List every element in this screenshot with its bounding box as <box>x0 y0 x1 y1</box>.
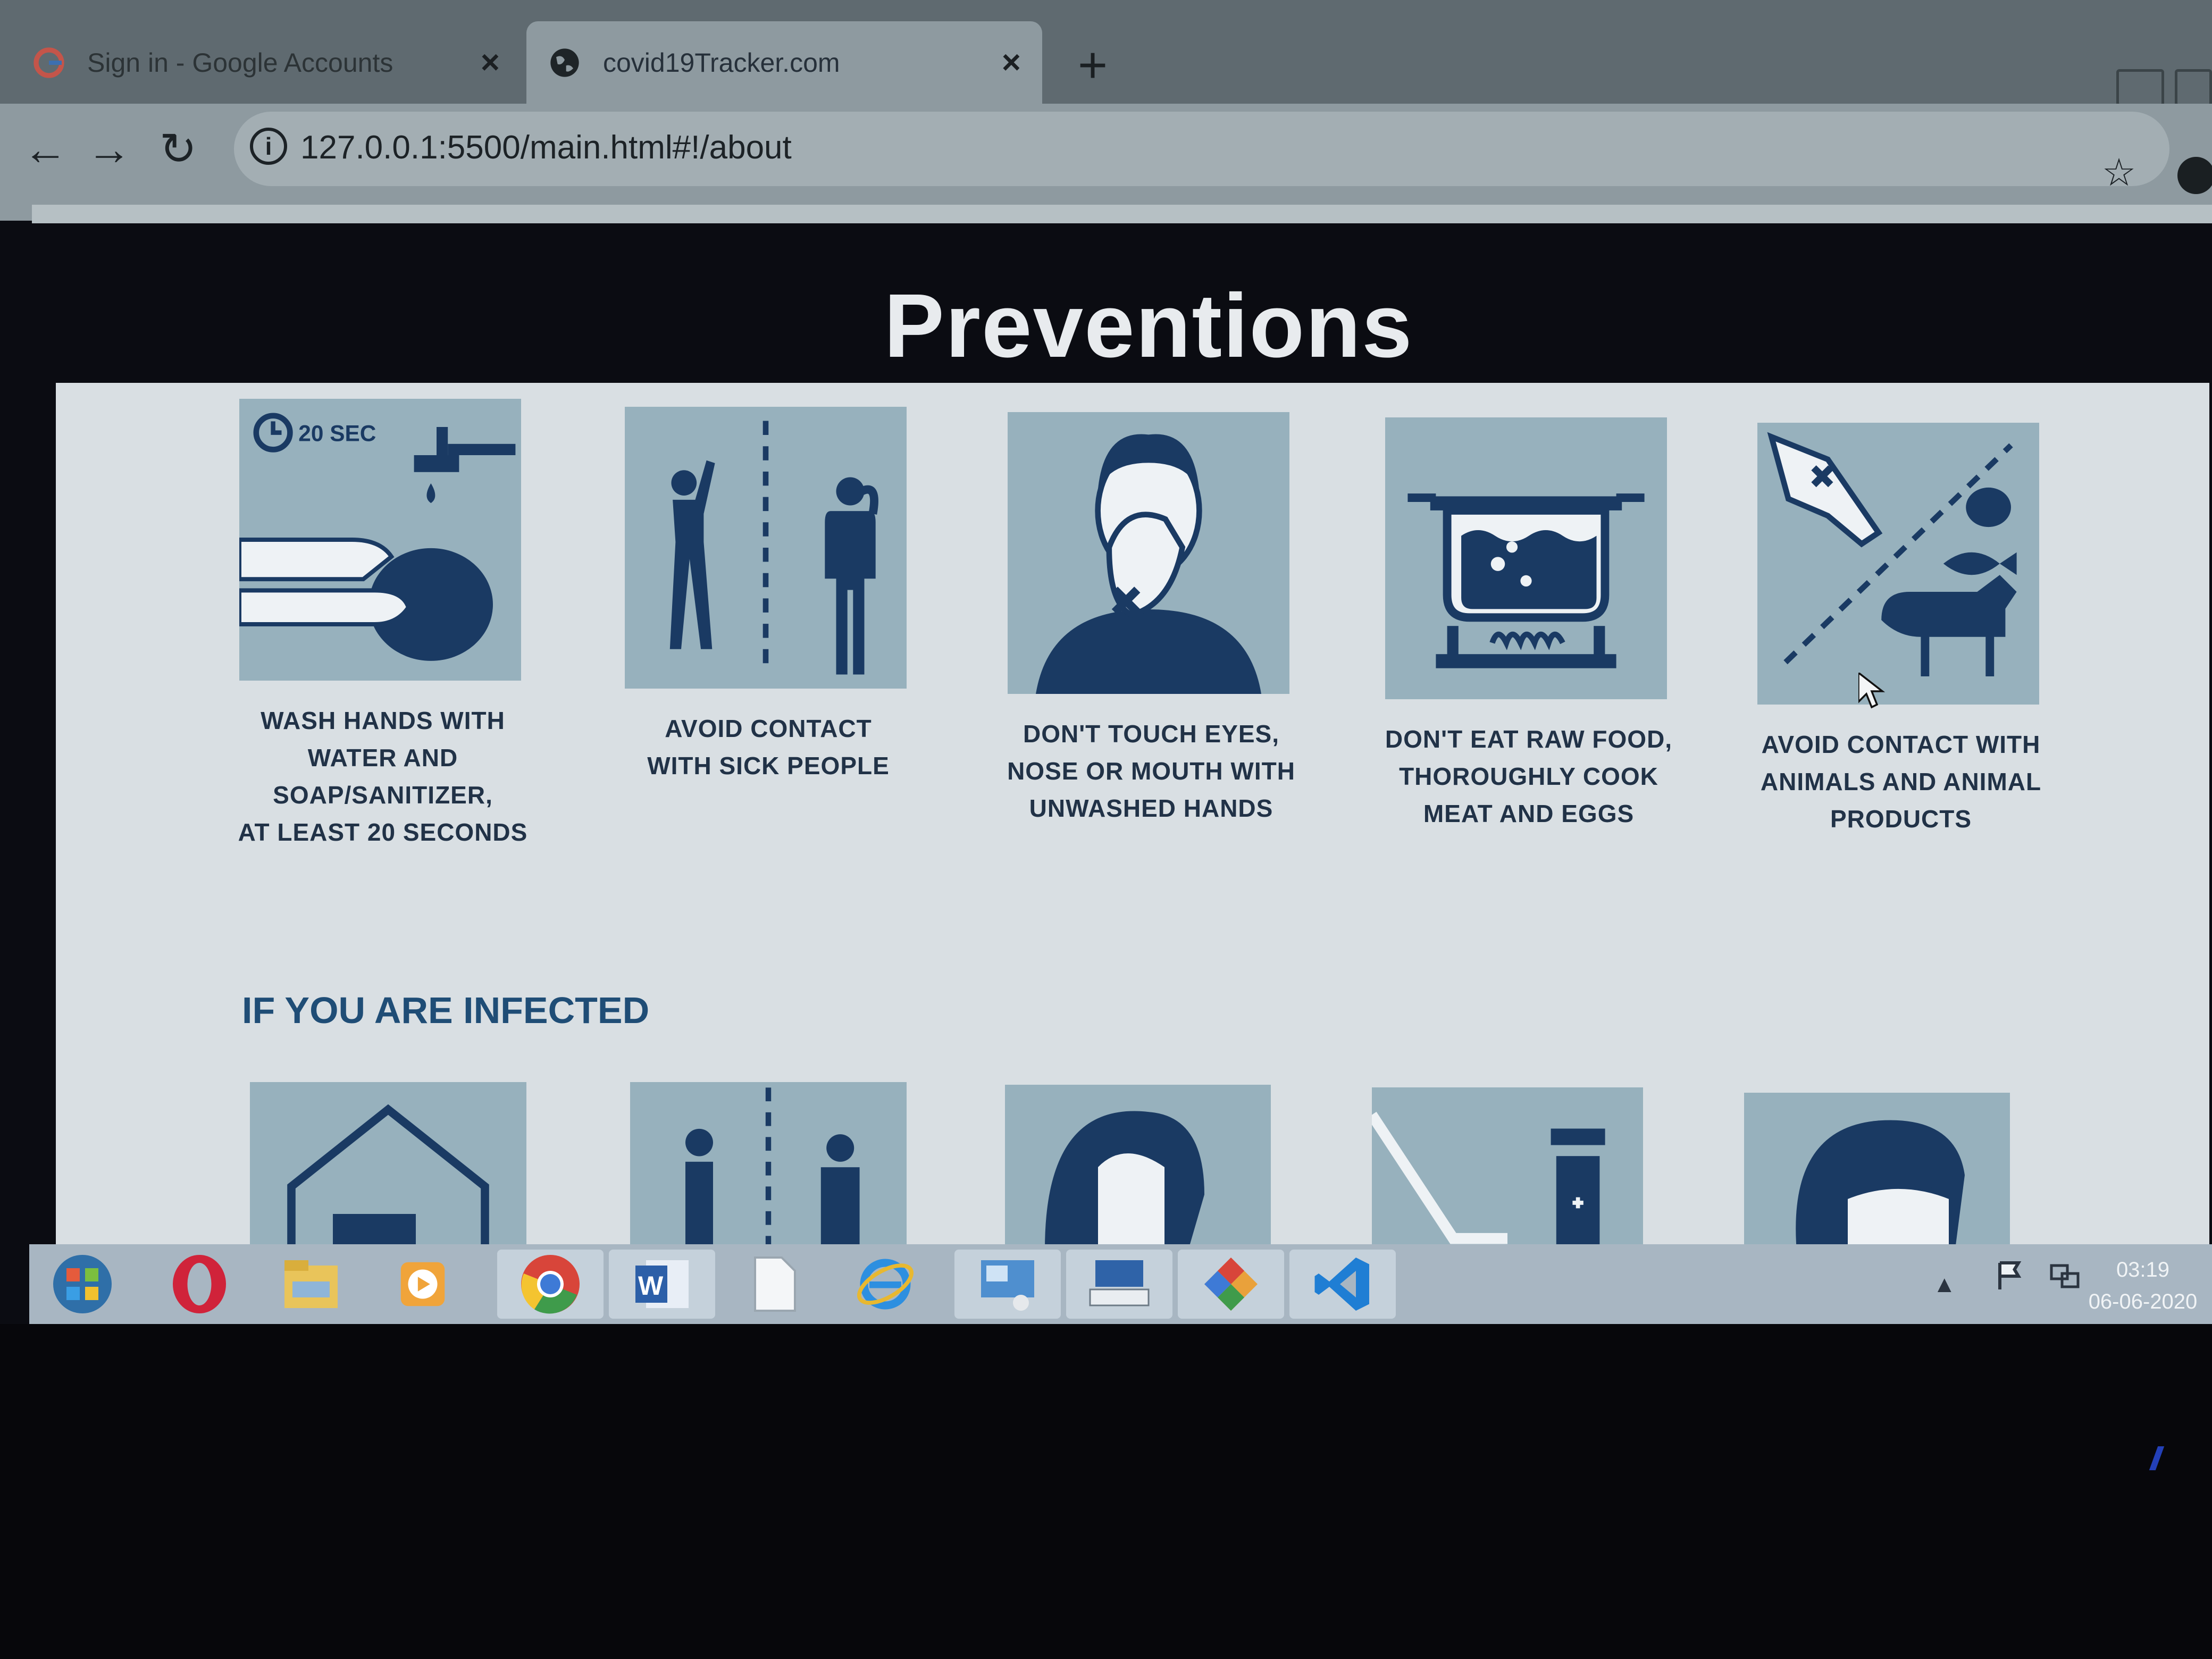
browser-toolbar: ← → ↻ i 127.0.0.1:5500/main.html#!/about… <box>0 104 2212 221</box>
globe-icon <box>550 48 579 77</box>
clock-time: 03:19 <box>2116 1258 2170 1281</box>
forward-button[interactable]: → <box>80 120 138 178</box>
no-face-touch-icon <box>1008 412 1289 694</box>
media-player-icon[interactable] <box>370 1250 476 1319</box>
address-bar[interactable]: i 127.0.0.1:5500/main.html#!/about <box>234 112 2169 186</box>
reload-button[interactable]: ↻ <box>149 120 207 178</box>
screen-reflection-mark <box>2149 1446 2165 1470</box>
cough-icon <box>1005 1085 1271 1250</box>
profile-avatar-icon[interactable] <box>2177 157 2212 194</box>
paint-icon[interactable] <box>1178 1250 1284 1319</box>
control-panel-icon[interactable] <box>954 1250 1061 1319</box>
minimize-button[interactable] <box>2116 69 2164 106</box>
opera-icon[interactable] <box>146 1250 253 1319</box>
action-center-flag-icon[interactable] <box>1995 1260 2026 1292</box>
close-tab-button[interactable]: × <box>481 44 500 81</box>
distance-icon <box>630 1082 907 1247</box>
vscode-icon[interactable] <box>1289 1250 1396 1319</box>
system-tray: ▲ <box>1933 1260 2081 1298</box>
site-info-icon[interactable]: i <box>250 128 287 165</box>
tray-arrow-icon[interactable]: ▲ <box>1933 1271 1956 1297</box>
keyboard-icon[interactable] <box>1066 1250 1172 1319</box>
prevention-caption: DON'T EAT RAW FOOD, THOROUGHLY COOK MEAT… <box>1385 725 1673 827</box>
bookmark-strip <box>32 205 2212 223</box>
internet-explorer-icon[interactable] <box>832 1250 939 1319</box>
animal-contact-icon <box>1757 423 2039 705</box>
tab-strip: Sign in - Google Accounts × covid19Track… <box>0 0 2212 106</box>
chrome-icon[interactable] <box>497 1250 604 1319</box>
new-tab-button[interactable]: + <box>1069 40 1117 91</box>
taskbar-clock[interactable]: 03:19 06-06-2020 <box>2076 1254 2209 1318</box>
home-icon <box>250 1082 526 1247</box>
google-g-icon <box>33 47 64 78</box>
file-explorer-icon[interactable] <box>258 1250 364 1319</box>
word-icon[interactable]: W <box>609 1250 715 1319</box>
prevention-caption: AVOID CONTACT WITH SICK PEOPLE <box>647 715 890 780</box>
hand-washing-icon: 20 SEC <box>239 399 521 681</box>
page-title: Preventions <box>884 275 1413 376</box>
tab-title: covid19Tracker.com <box>603 47 840 78</box>
face-mask-icon <box>1744 1093 2010 1258</box>
monitor-screen: Sign in - Google Accounts × covid19Track… <box>0 0 2212 1324</box>
back-button[interactable]: ← <box>16 120 74 178</box>
infected-section-heading: IF YOU ARE INFECTED <box>242 990 650 1031</box>
prevention-caption: AVOID CONTACT WITH ANIMALS AND ANIMAL PR… <box>1760 731 2042 833</box>
clock-date: 06-06-2020 <box>2088 1290 2198 1313</box>
tab-title: Sign in - Google Accounts <box>87 47 393 78</box>
url-text[interactable]: 127.0.0.1:5500/main.html#!/about <box>300 129 792 166</box>
prevention-caption: DON'T TOUCH EYES, NOSE OR MOUTH WITH UNW… <box>1007 720 1295 822</box>
tab-google-signin[interactable]: Sign in - Google Accounts × <box>11 21 521 104</box>
blank-file-icon[interactable] <box>720 1250 827 1319</box>
taskbar: W ▲ 03:19 06-06-2020 <box>29 1244 2212 1324</box>
tab-covid-tracker[interactable]: covid19Tracker.com × <box>526 21 1042 104</box>
cooking-pot-icon <box>1385 417 1667 699</box>
restore-button[interactable] <box>2175 69 2212 106</box>
timer-label: 20 SEC <box>298 421 376 446</box>
prevention-caption: WASH HANDS WITH WATER AND SOAP/SANITIZER… <box>238 707 528 846</box>
disinfect-spray-icon <box>1372 1087 1643 1252</box>
mouse-cursor-icon <box>1858 673 1885 709</box>
svg-text:W: W <box>638 1271 664 1301</box>
close-tab-button[interactable]: × <box>1002 44 1021 81</box>
distance-icon <box>625 407 907 689</box>
windows-start-icon[interactable] <box>40 1250 125 1319</box>
bookmark-star-icon[interactable]: ☆ <box>2090 144 2148 202</box>
